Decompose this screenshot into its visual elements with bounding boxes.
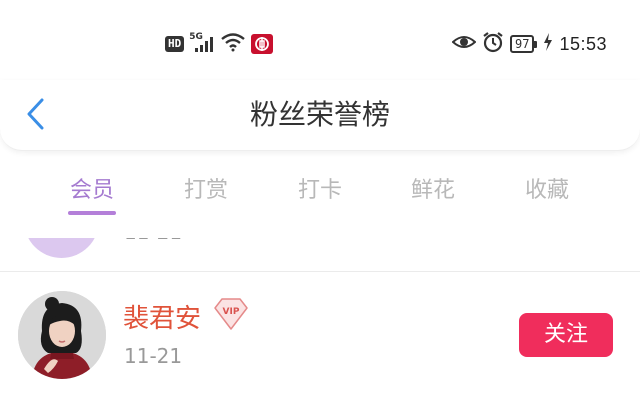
- back-button[interactable]: [20, 96, 50, 132]
- active-tab-indicator: [68, 211, 116, 215]
- tab-members[interactable]: 会员: [52, 172, 132, 204]
- status-left-group: HD 5G: [165, 32, 274, 56]
- tab-rewards[interactable]: 打赏: [166, 172, 246, 204]
- list-item[interactable]: 裴君安 VIP 11-21 关注: [0, 272, 640, 401]
- tab-checkin[interactable]: 打卡: [280, 172, 360, 204]
- member-date: 11-21: [124, 238, 182, 244]
- battery-icon: 97: [510, 35, 538, 53]
- follow-button[interactable]: 关注: [519, 313, 613, 357]
- tab-favorites[interactable]: 收藏: [507, 172, 587, 204]
- status-bar: HD 5G 97 15:53: [0, 0, 640, 80]
- member-date: 11-21: [124, 344, 183, 368]
- avatar[interactable]: [24, 238, 99, 258]
- clock-time: 15:53: [559, 33, 607, 54]
- status-right-group: 97 15:53: [451, 31, 607, 57]
- alarm-icon: [482, 31, 504, 57]
- list-item-partial[interactable]: 11-21: [0, 238, 640, 272]
- avatar-portrait: [18, 291, 106, 379]
- app-header: 粉丝荣誉榜: [0, 80, 640, 151]
- hd-icon: HD: [165, 36, 185, 52]
- member-name[interactable]: 裴君安: [123, 298, 201, 335]
- bank-app-icon: [251, 34, 274, 54]
- charging-icon: [543, 33, 553, 55]
- svg-text:VIP: VIP: [223, 307, 240, 317]
- member-list[interactable]: 11-21 裴君安 VIP 11-21 关注: [0, 238, 640, 401]
- signal-5g-icon: 5G: [189, 32, 215, 54]
- wifi-icon: [220, 32, 246, 56]
- vip-diamond-icon: VIP: [212, 296, 250, 332]
- eye-icon: [451, 33, 477, 55]
- chevron-left-icon: [27, 98, 44, 130]
- avatar[interactable]: [18, 291, 106, 379]
- page-title: 粉丝荣誉榜: [249, 98, 390, 131]
- tab-flowers[interactable]: 鲜花: [393, 172, 473, 204]
